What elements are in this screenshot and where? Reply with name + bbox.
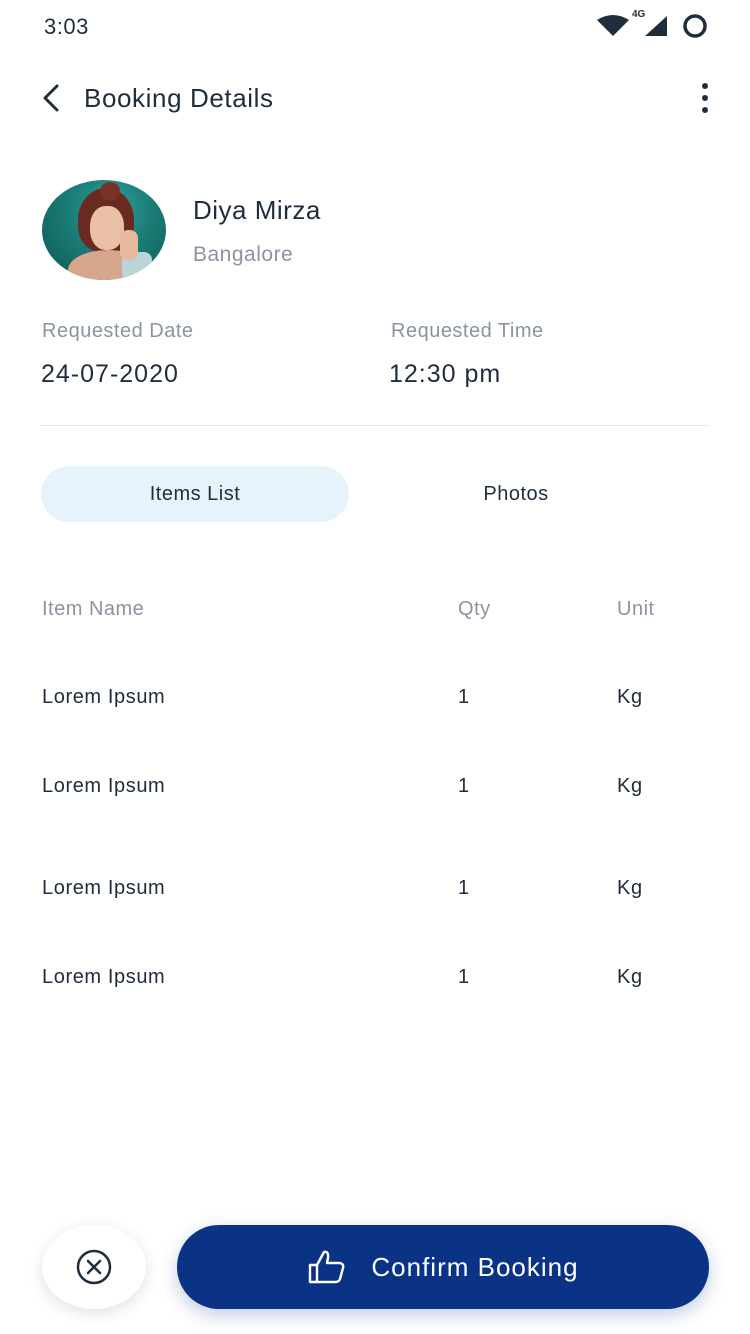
item-unit: Kg xyxy=(617,877,643,899)
item-unit: Kg xyxy=(617,966,643,988)
item-qty: 1 xyxy=(458,775,470,797)
network-type-label: 4G xyxy=(632,8,646,20)
more-vertical-icon xyxy=(702,83,708,89)
user-city: Bangalore xyxy=(193,243,294,266)
item-unit: Kg xyxy=(617,686,643,708)
status-time: 3:03 xyxy=(44,14,89,39)
column-header-item-name: Item Name xyxy=(42,598,145,620)
user-name: Diya Mirza xyxy=(193,195,321,225)
table-row: Lorem Ipsum 1 Kg xyxy=(0,775,750,805)
item-qty: 1 xyxy=(458,966,470,988)
confirm-booking-button[interactable]: Confirm Booking xyxy=(177,1225,709,1309)
tab-photos[interactable]: Photos xyxy=(362,466,670,522)
cancel-button[interactable] xyxy=(42,1225,146,1309)
avatar xyxy=(42,180,166,280)
wifi-icon xyxy=(596,14,630,42)
column-header-qty: Qty xyxy=(458,598,491,620)
item-name: Lorem Ipsum xyxy=(42,966,166,988)
table-row: Lorem Ipsum 1 Kg xyxy=(0,686,750,716)
confirm-booking-label: Confirm Booking xyxy=(371,1251,579,1282)
requested-date-value: 24-07-2020 xyxy=(41,360,179,388)
tab-items-list[interactable]: Items List xyxy=(41,466,349,522)
item-unit: Kg xyxy=(617,775,643,797)
close-circle-icon xyxy=(76,1249,112,1285)
more-options-button[interactable] xyxy=(690,78,720,118)
item-qty: 1 xyxy=(458,877,470,899)
item-qty: 1 xyxy=(458,686,470,708)
item-name: Lorem Ipsum xyxy=(42,686,166,708)
table-row: Lorem Ipsum 1 Kg xyxy=(0,877,750,907)
item-name: Lorem Ipsum xyxy=(42,877,166,899)
requested-time-value: 12:30 pm xyxy=(389,360,502,388)
chevron-left-icon xyxy=(43,84,59,112)
table-row: Lorem Ipsum 1 Kg xyxy=(0,966,750,996)
divider xyxy=(41,425,709,426)
cellular-signal-icon: 4G xyxy=(632,9,668,42)
thumbs-up-icon xyxy=(309,1250,345,1284)
battery-ring-icon xyxy=(682,13,708,44)
item-name: Lorem Ipsum xyxy=(42,775,166,797)
requested-date-label: Requested Date xyxy=(42,320,194,342)
column-header-unit: Unit xyxy=(617,598,655,620)
status-icons: 4G xyxy=(596,9,708,44)
requested-time-label: Requested Time xyxy=(391,320,544,342)
page-title: Booking Details xyxy=(84,83,274,113)
back-button[interactable] xyxy=(34,80,68,116)
